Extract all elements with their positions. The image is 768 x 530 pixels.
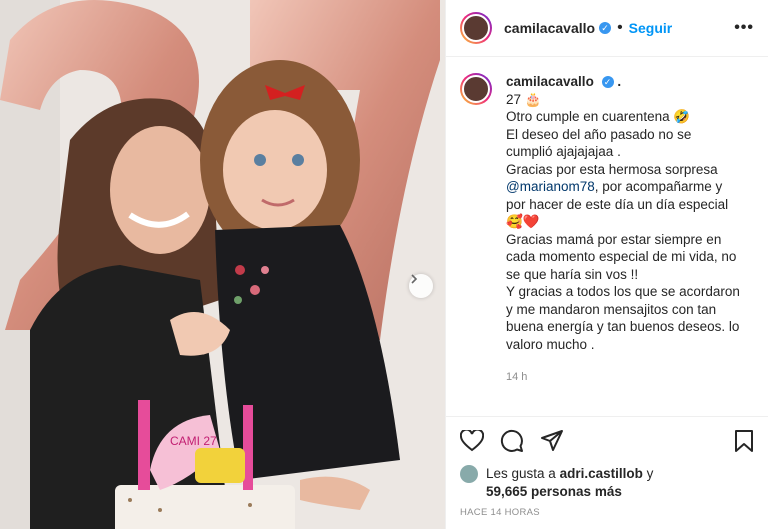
caption-line: Otro cumple en cuarentena 🤣 <box>506 109 691 124</box>
follow-button[interactable]: Seguir <box>629 20 673 36</box>
caption-line: Gracias mamá por estar siempre en <box>506 231 722 247</box>
separator-dot: • <box>617 19 623 36</box>
liker-username[interactable]: adri.castillob <box>560 466 643 481</box>
posted-time[interactable]: HACE 14 HORAS <box>446 501 768 518</box>
mention-link[interactable]: @marianom78 <box>506 179 595 194</box>
post-header: camilacavallo ✓ • Seguir ••• <box>446 0 768 57</box>
caption-username[interactable]: camilacavallo <box>506 74 594 89</box>
post-photo[interactable]: CAMI 27 <box>0 0 445 529</box>
caption-line: Y gracias a todos los que se acordaron <box>506 284 740 299</box>
header-username[interactable]: camilacavallo <box>504 20 595 36</box>
caption-line: valoro mucho . <box>506 336 595 352</box>
caption: camilacavallo ✓ . 27 🎂 Otro cumple en cu… <box>446 57 768 391</box>
post-sidebar: camilacavallo ✓ • Seguir ••• camilacaval… <box>445 0 768 529</box>
likes-summary: Les gusta a adri.castillob y 59,665 pers… <box>446 457 768 501</box>
caption-line: Gracias por esta hermosa sorpresa <box>506 161 718 177</box>
likes-count[interactable]: 59,665 personas más <box>486 484 622 499</box>
action-icons <box>446 417 768 457</box>
avatar[interactable] <box>460 12 492 44</box>
heart-icon[interactable] <box>459 428 485 457</box>
photo-illustration: CAMI 27 <box>0 0 445 529</box>
caption-line: por hacer de este día un día especial <box>506 196 729 212</box>
likes-joiner: y <box>642 466 654 481</box>
verified-check-icon: ✓ <box>601 76 614 89</box>
caption-line: se que haría sin vos !! <box>506 266 639 282</box>
caption-line: y me mandaron mensajitos con tan <box>506 301 717 317</box>
caption-line: 27 🎂 <box>506 91 542 107</box>
likes-prefix: Les gusta a <box>486 466 560 481</box>
caption-line: cada momento especial de mi vida, no <box>506 249 737 264</box>
comment-icon[interactable] <box>500 429 524 458</box>
liker-avatar[interactable] <box>460 465 478 483</box>
more-options-icon[interactable]: ••• <box>734 19 754 37</box>
caption-line: 🥰❤️ <box>506 214 540 229</box>
caption-line: cumplió ajajajajaa . <box>506 144 621 159</box>
caption-time[interactable]: 14 h <box>506 369 754 387</box>
next-photo-button[interactable] <box>409 274 433 298</box>
caption-line: @marianom78, por acompañarme y <box>506 179 723 194</box>
share-icon[interactable] <box>540 429 564 458</box>
actions-section: Les gusta a adri.castillob y 59,665 pers… <box>446 416 768 530</box>
instagram-post: CAMI 27 camilacavallo ✓ • Seguir ••• cam… <box>0 0 768 529</box>
caption-avatar[interactable] <box>460 73 492 105</box>
cake-text: CAMI 27 <box>170 434 217 448</box>
verified-check-icon: ✓ <box>599 22 612 34</box>
bookmark-icon[interactable] <box>734 429 754 458</box>
caption-body: camilacavallo ✓ . 27 🎂 Otro cumple en cu… <box>506 73 754 391</box>
caption-line: buena energía y tan buenos deseos. lo <box>506 319 740 334</box>
caption-line: El deseo del año pasado no se <box>506 126 692 142</box>
